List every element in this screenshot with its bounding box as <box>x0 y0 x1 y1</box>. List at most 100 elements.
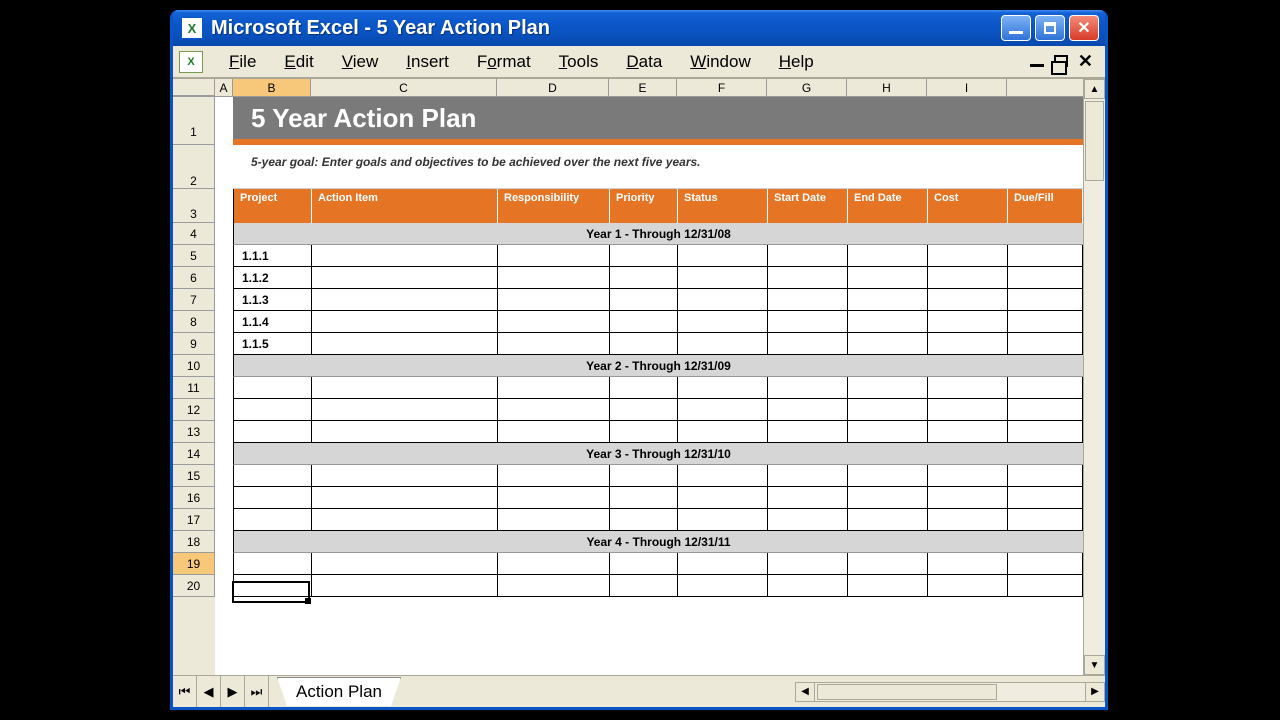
scroll-left-button[interactable]: ◀ <box>795 682 815 702</box>
cell[interactable] <box>678 487 768 509</box>
menu-tools[interactable]: Tools <box>545 49 613 75</box>
cell[interactable] <box>928 421 1008 443</box>
cell[interactable] <box>1008 487 1083 509</box>
table-row[interactable] <box>233 487 1083 509</box>
col-header-D[interactable]: D <box>497 79 609 96</box>
cell[interactable] <box>498 575 610 597</box>
table-row[interactable] <box>233 399 1083 421</box>
cell[interactable] <box>768 289 848 311</box>
cell[interactable] <box>312 267 498 289</box>
row-header-18[interactable]: 18 <box>173 531 215 553</box>
cell[interactable] <box>610 333 678 355</box>
cell[interactable] <box>234 553 312 575</box>
mdi-restore-button[interactable] <box>1054 51 1068 72</box>
fill-handle[interactable] <box>305 598 311 604</box>
cell[interactable] <box>768 421 848 443</box>
cell-project[interactable]: 1.1.5 <box>234 333 312 355</box>
cell-grid[interactable]: 5 Year Action Plan 5-year goal: Enter go… <box>215 97 1083 675</box>
cell[interactable] <box>928 509 1008 531</box>
cell[interactable] <box>498 487 610 509</box>
row-header-19[interactable]: 19 <box>173 553 215 575</box>
titlebar[interactable]: X Microsoft Excel - 5 Year Action Plan ✕ <box>173 10 1105 46</box>
horizontal-scrollbar[interactable]: ◀ ▶ <box>795 682 1105 702</box>
cell[interactable] <box>498 245 610 267</box>
cell[interactable] <box>312 399 498 421</box>
cell[interactable] <box>312 575 498 597</box>
cell[interactable] <box>498 267 610 289</box>
cell[interactable] <box>848 487 928 509</box>
col-header-I[interactable]: I <box>927 79 1007 96</box>
cell[interactable] <box>848 267 928 289</box>
cell[interactable] <box>678 575 768 597</box>
cell[interactable] <box>498 399 610 421</box>
cell[interactable] <box>234 421 312 443</box>
cell[interactable] <box>610 575 678 597</box>
cell[interactable] <box>928 289 1008 311</box>
row-header-6[interactable]: 6 <box>173 267 215 289</box>
cell[interactable] <box>234 509 312 531</box>
cell[interactable] <box>1008 421 1083 443</box>
cell[interactable] <box>312 333 498 355</box>
cell[interactable] <box>848 311 928 333</box>
menu-window[interactable]: Window <box>676 49 764 75</box>
menu-insert[interactable]: Insert <box>392 49 463 75</box>
cell[interactable] <box>610 553 678 575</box>
cell[interactable] <box>312 553 498 575</box>
cell[interactable] <box>234 377 312 399</box>
row-header-8[interactable]: 8 <box>173 311 215 333</box>
cell[interactable] <box>312 465 498 487</box>
cell[interactable] <box>768 245 848 267</box>
cell[interactable] <box>498 289 610 311</box>
cell[interactable] <box>610 465 678 487</box>
menu-data[interactable]: Data <box>612 49 676 75</box>
tab-nav-last[interactable]: ⏭ <box>245 676 269 707</box>
cell[interactable] <box>928 333 1008 355</box>
table-row[interactable]: 1.1.1 <box>233 245 1083 267</box>
cell[interactable] <box>768 311 848 333</box>
cell[interactable] <box>768 575 848 597</box>
cell[interactable] <box>928 465 1008 487</box>
scroll-down-button[interactable]: ▼ <box>1084 655 1105 675</box>
cell[interactable] <box>678 465 768 487</box>
cell[interactable] <box>234 575 312 597</box>
cell[interactable] <box>312 509 498 531</box>
cell[interactable] <box>848 399 928 421</box>
cell[interactable] <box>768 333 848 355</box>
row-header-10[interactable]: 10 <box>173 355 215 377</box>
cell[interactable] <box>1008 333 1083 355</box>
row-header-14[interactable]: 14 <box>173 443 215 465</box>
row-header-20[interactable]: 20 <box>173 575 215 597</box>
cell[interactable] <box>234 487 312 509</box>
cell[interactable] <box>610 509 678 531</box>
cell[interactable] <box>312 377 498 399</box>
cell[interactable] <box>498 553 610 575</box>
table-row[interactable]: 1.1.4 <box>233 311 1083 333</box>
cell[interactable] <box>768 487 848 509</box>
table-row[interactable] <box>233 465 1083 487</box>
row-header-7[interactable]: 7 <box>173 289 215 311</box>
table-row[interactable]: 1.1.3 <box>233 289 1083 311</box>
cell[interactable] <box>928 487 1008 509</box>
cell[interactable] <box>928 245 1008 267</box>
hscroll-track[interactable] <box>815 682 1085 702</box>
row-header-2[interactable]: 2 <box>173 145 215 189</box>
cell[interactable] <box>1008 575 1083 597</box>
cell[interactable] <box>498 465 610 487</box>
cell-project[interactable]: 1.1.3 <box>234 289 312 311</box>
cell[interactable] <box>848 333 928 355</box>
row-header-12[interactable]: 12 <box>173 399 215 421</box>
cell-project[interactable]: 1.1.1 <box>234 245 312 267</box>
row-header-4[interactable]: 4 <box>173 223 215 245</box>
menu-edit[interactable]: Edit <box>270 49 327 75</box>
cell[interactable] <box>234 465 312 487</box>
menu-view[interactable]: View <box>328 49 393 75</box>
cell[interactable] <box>312 421 498 443</box>
cell[interactable] <box>610 289 678 311</box>
cell[interactable] <box>678 509 768 531</box>
cell[interactable] <box>768 509 848 531</box>
cell[interactable] <box>768 267 848 289</box>
cell[interactable] <box>1008 553 1083 575</box>
row-header-13[interactable]: 13 <box>173 421 215 443</box>
cell[interactable] <box>234 399 312 421</box>
maximize-button[interactable] <box>1035 15 1065 41</box>
